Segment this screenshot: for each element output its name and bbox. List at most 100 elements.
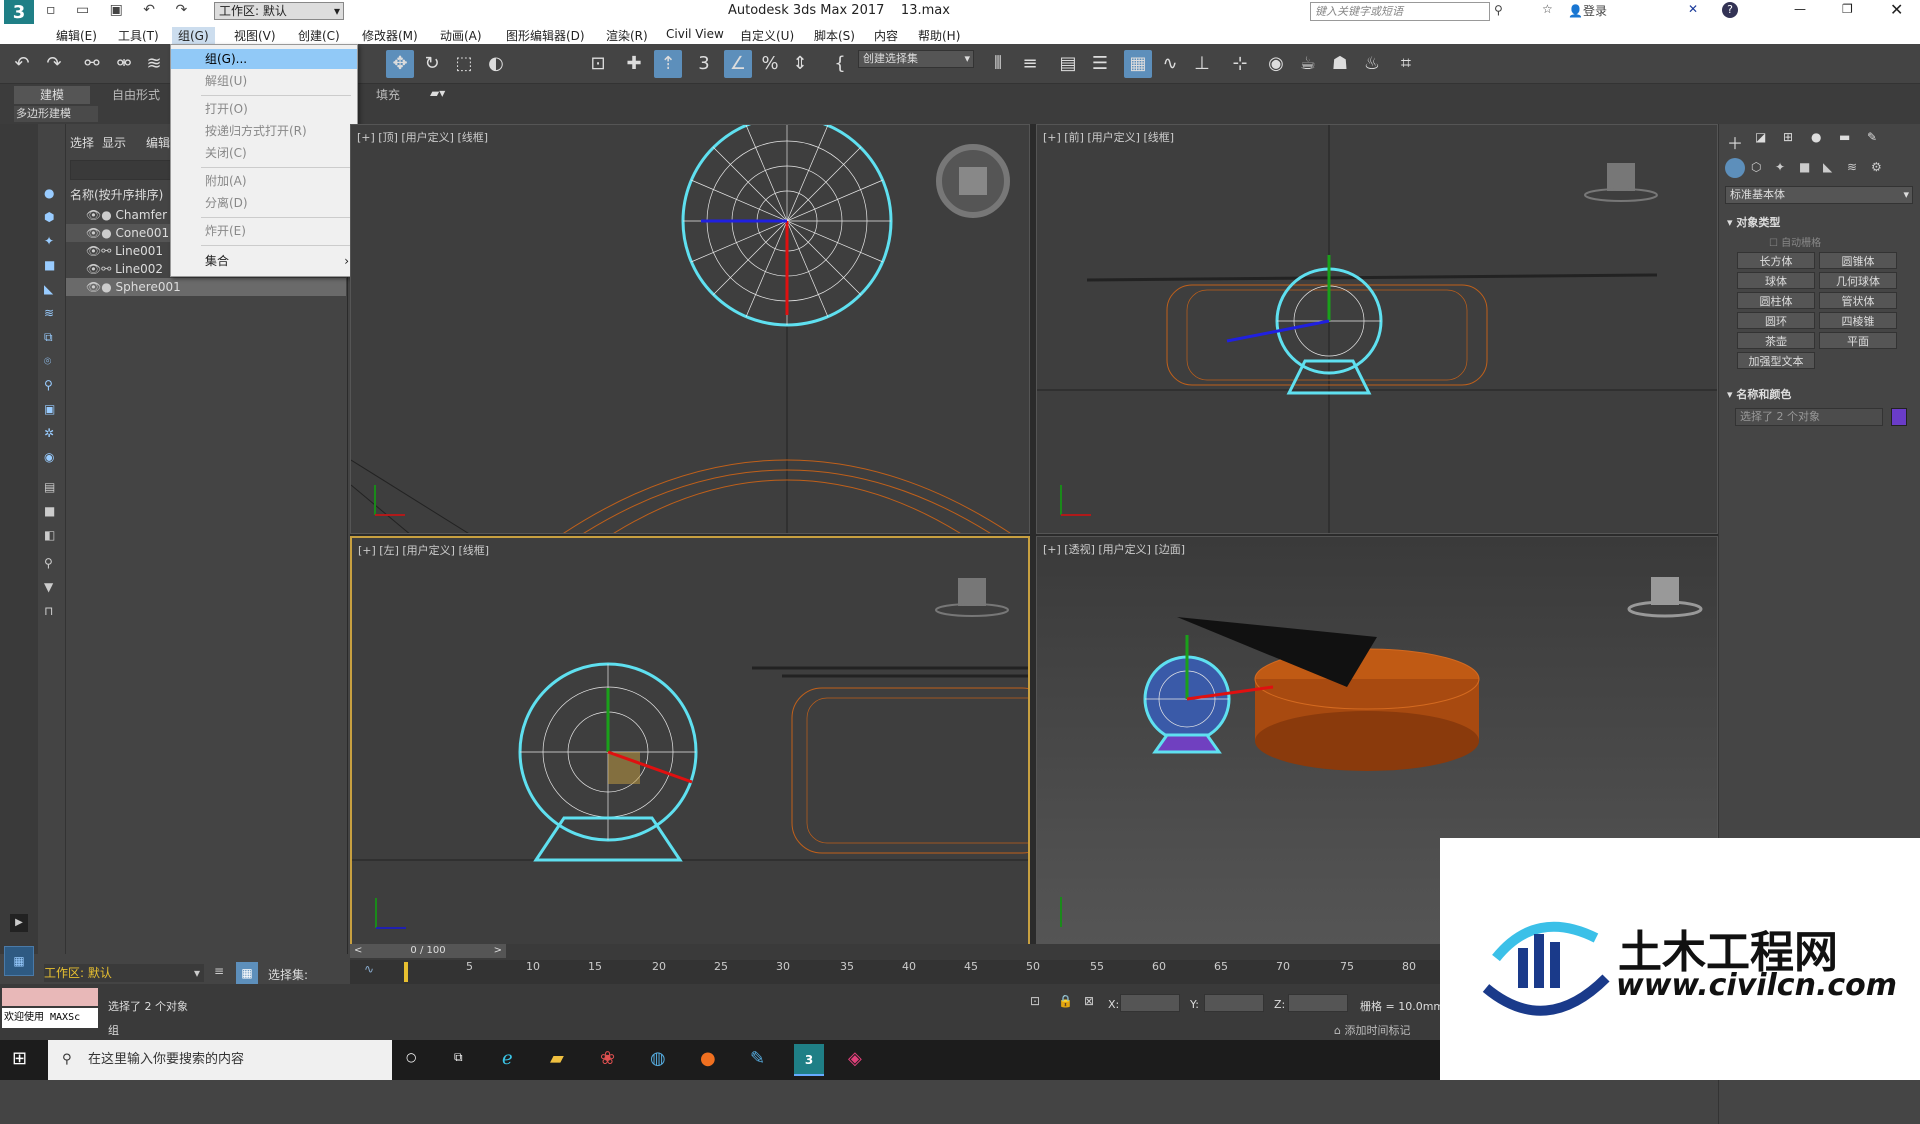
undo-icon[interactable]: ↶ [8, 50, 36, 78]
a360-icon[interactable]: ⌗ [1392, 50, 1420, 78]
user-icon[interactable]: 👤登录 [1568, 2, 1607, 19]
display-frozen-icon[interactable]: ◉ [44, 450, 54, 464]
edge-icon[interactable]: ℯ [502, 1048, 513, 1069]
visibility-icon[interactable]: 👁⚯ [86, 262, 111, 276]
rendered-frame-icon[interactable]: ☗ [1326, 50, 1354, 78]
visibility-icon[interactable]: 👁● [86, 280, 112, 294]
menu-modifiers[interactable]: 修改器(M) [362, 27, 418, 44]
visibility-icon[interactable]: 👁● [86, 208, 112, 222]
ribbon-toggle-icon[interactable]: ☰ [1086, 50, 1114, 78]
viewport-front[interactable]: [+] [前] [用户定义] [线框] [1036, 124, 1718, 534]
taskbar-search-box[interactable]: ⚲ 在这里输入你要搜索的内容 [48, 1040, 392, 1080]
ribbon-tab-modeling[interactable]: 建模 [14, 86, 90, 104]
section-object-type[interactable]: ▾ 对象类型 [1727, 214, 1780, 230]
place-icon[interactable]: ◐ [482, 50, 510, 78]
curve-editor-mini-icon[interactable]: ∿ [364, 962, 374, 976]
restore-button[interactable]: ❐ [1842, 2, 1853, 16]
bind-spacewarp-icon[interactable]: ≋ [140, 50, 168, 78]
torus-button[interactable]: 圆环 [1737, 312, 1815, 329]
plane-button[interactable]: 平面 [1819, 332, 1897, 349]
exchange-icon[interactable]: ✕ [1688, 2, 1698, 16]
menu-item-attach[interactable]: 附加(A) [171, 171, 357, 191]
display-groups-icon[interactable]: ⧉ [44, 330, 53, 345]
hierarchy-tab-icon[interactable]: ⊞ [1783, 130, 1793, 144]
scene-tab-display[interactable]: 显示 [102, 134, 126, 151]
geosphere-button[interactable]: 几何球体 [1819, 272, 1897, 289]
autogrid-checkbox[interactable]: ☐ 自动栅格 [1769, 234, 1821, 249]
ribbon-tab-freeform[interactable]: 自由形式 [96, 86, 176, 104]
filter-icon[interactable]: ▼ [44, 580, 53, 594]
display-geometry-icon[interactable]: ⬢ [44, 210, 54, 224]
align-icon[interactable]: ≡ [1016, 50, 1044, 78]
y-coord-field[interactable] [1204, 994, 1264, 1012]
select-object-icon[interactable]: ● [44, 186, 54, 200]
helpers-category-icon[interactable]: ◣ [1823, 160, 1832, 174]
time-slider[interactable]: <0 / 100 > [350, 944, 506, 958]
menu-item-close[interactable]: 关闭(C) [171, 143, 357, 163]
edit-named-selection-icon[interactable]: { [826, 50, 854, 78]
scene-explorer-icon[interactable]: ▦ [1124, 50, 1152, 78]
menu-group[interactable]: 组(G) [172, 27, 215, 44]
keyboard-shortcut-icon[interactable]: ⇡ [654, 50, 682, 78]
viewport-top[interactable]: [+] [顶] [用户定义] [线框] [350, 124, 1030, 534]
ribbon-tab-populate[interactable]: 填充 [368, 86, 408, 104]
expand-arrow-icon[interactable]: ▶ [10, 914, 28, 932]
redo-icon[interactable]: ↷ [40, 50, 68, 78]
teapot-button[interactable]: 茶壶 [1737, 332, 1815, 349]
curve-editor-icon[interactable]: ∿ [1156, 50, 1184, 78]
display-invert-icon[interactable]: ◧ [44, 528, 55, 542]
ribbon-options-icon[interactable]: ▰▾ [430, 86, 445, 100]
menu-item-open-recursive[interactable]: 按递归方式打开(R) [171, 121, 357, 141]
star-icon[interactable]: ☆ [1542, 2, 1553, 16]
menu-tools[interactable]: 工具(T) [118, 27, 159, 44]
viewport-layout-icon[interactable]: ▦ [4, 946, 34, 976]
display-cameras-icon[interactable]: ■ [44, 258, 55, 272]
3dsmax-taskbar-icon[interactable]: 3 [794, 1044, 824, 1076]
viewport-left[interactable]: [+] [左] [用户定义] [线框] [350, 536, 1030, 946]
firefox-icon[interactable]: ● [700, 1048, 716, 1069]
scene-column-header[interactable]: 名称(按升序排序) [70, 186, 163, 203]
geometry-category-icon[interactable] [1725, 158, 1745, 178]
display-hidden-icon[interactable]: ✲ [44, 426, 54, 440]
display-bones-icon[interactable]: ⚲ [44, 378, 53, 392]
snap-toggle-icon[interactable]: 3 [690, 50, 718, 78]
material-editor-icon[interactable]: ◉ [1262, 50, 1290, 78]
app-icon-3[interactable]: ◈ [848, 1048, 862, 1069]
display-containers-icon[interactable]: ▣ [44, 402, 55, 416]
schematic-view-icon[interactable]: ⊹ [1226, 50, 1254, 78]
selection-set-icon[interactable]: ▦ [236, 962, 258, 984]
add-time-tag[interactable]: ⌂ 添加时间标记 [1334, 1022, 1410, 1038]
display-tab-icon[interactable]: ▬ [1839, 130, 1850, 144]
select-scale-icon[interactable]: ⬚ [450, 50, 478, 78]
menu-civil-view[interactable]: Civil View [666, 27, 724, 41]
pivot-center-icon[interactable]: ⊡ [584, 50, 612, 78]
name-field[interactable]: 选择了 2 个对象 [1735, 408, 1883, 426]
menu-scripting[interactable]: 脚本(S) [814, 27, 855, 44]
menu-create[interactable]: 创建(C) [298, 27, 340, 44]
menu-help[interactable]: 帮助(H) [918, 27, 960, 44]
lights-category-icon[interactable]: ✦ [1775, 160, 1785, 174]
list-item[interactable]: 👁● Sphere001 [66, 278, 346, 296]
dope-sheet-icon[interactable]: ⊥ [1188, 50, 1216, 78]
box-button[interactable]: 长方体 [1737, 252, 1815, 269]
shapes-category-icon[interactable]: ⬡ [1751, 160, 1761, 174]
create-tab-icon[interactable]: ＋ [1727, 130, 1743, 154]
percent-snap-icon[interactable]: % [756, 50, 784, 78]
display-all-icon[interactable]: ▤ [44, 480, 55, 494]
isolate-icon[interactable]: ⊡ [1030, 994, 1040, 1008]
select-rotate-icon[interactable]: ↻ [418, 50, 446, 78]
binoculars-icon[interactable]: ⚲ [1494, 3, 1503, 17]
pyramid-button[interactable]: 四棱锥 [1819, 312, 1897, 329]
quick-access-icons[interactable]: ▫ ▭ ▣ ↶ ↷ [46, 2, 206, 22]
display-helpers-icon[interactable]: ◣ [44, 282, 53, 296]
selection-lock-icon[interactable]: 🔒 [1058, 994, 1073, 1008]
x-coord-field[interactable] [1120, 994, 1180, 1012]
workspace-dropdown[interactable]: 工作区: 默认 ▾ [214, 2, 344, 20]
named-selection-dropdown[interactable]: 创建选择集 ▾ [858, 50, 974, 68]
utilities-tab-icon[interactable]: ✎ [1867, 130, 1877, 144]
workspace-selector[interactable]: 工作区: 默认 ▾ [44, 964, 204, 982]
help-icon[interactable]: ? [1722, 2, 1738, 18]
menu-item-detach[interactable]: 分离(D) [171, 193, 357, 213]
render-setup-icon[interactable]: ☕ [1294, 50, 1322, 78]
sphere-button[interactable]: 球体 [1737, 272, 1815, 289]
